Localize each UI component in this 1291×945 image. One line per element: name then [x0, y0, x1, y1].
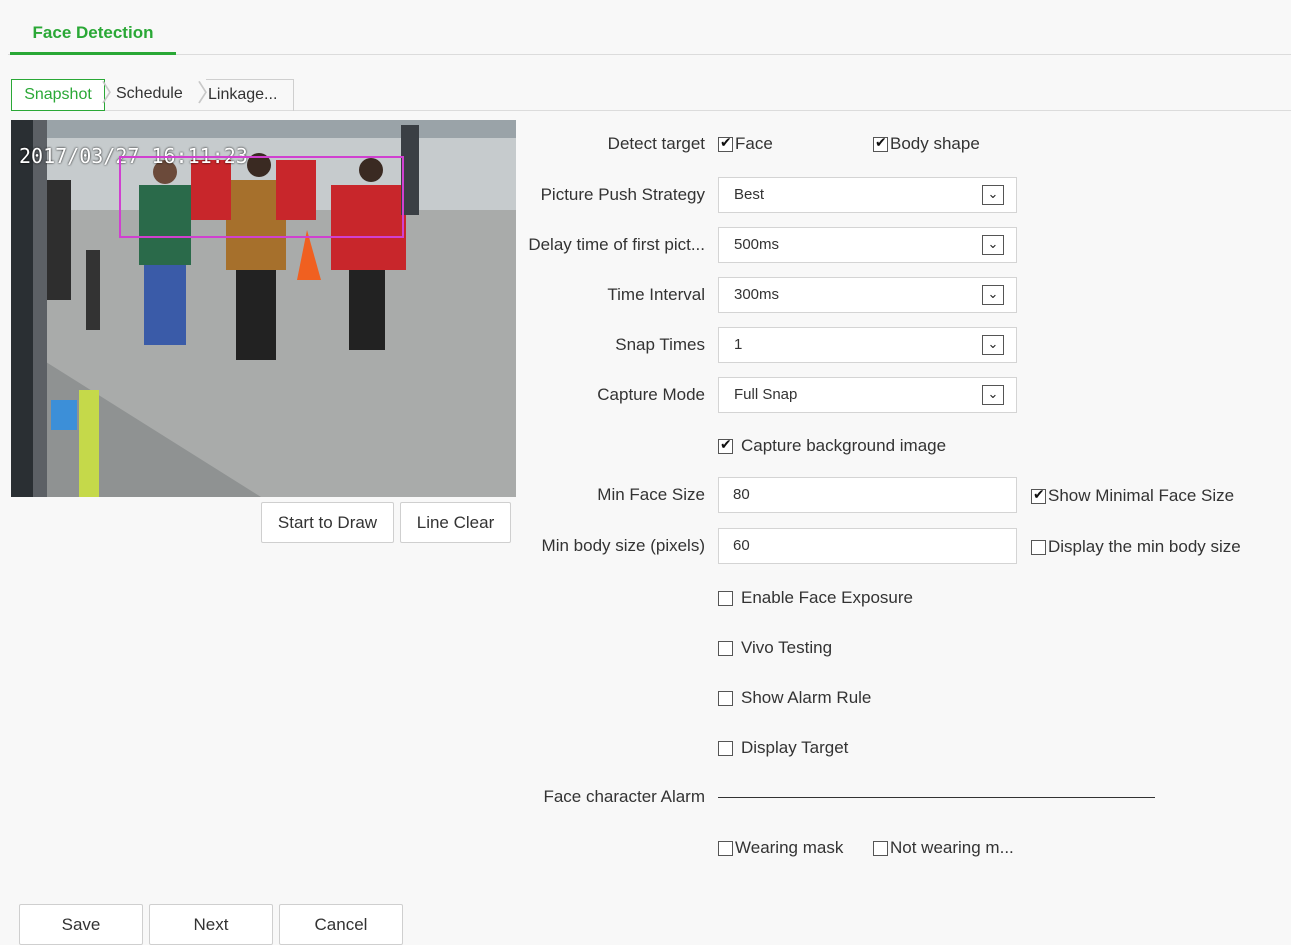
vivo-testing-label: Vivo Testing	[741, 638, 833, 657]
display-min-body-size-checkbox[interactable]: Display the min body size	[1031, 537, 1241, 557]
display-min-body-size-label: Display the min body size	[1048, 537, 1241, 556]
tab-linkage[interactable]: Linkage...	[206, 79, 294, 111]
chevron-down-icon[interactable]: ⌄	[982, 385, 1004, 405]
push-strategy-value: Best	[734, 186, 765, 203]
section-divider	[718, 797, 1155, 798]
display-target-checkbox[interactable]: Display Target	[718, 738, 848, 758]
body-shape-checkbox[interactable]: Body shape	[873, 134, 980, 154]
show-alarm-rule-checkbox[interactable]: Show Alarm Rule	[718, 688, 871, 708]
time-interval-select[interactable]: 300ms ⌄	[718, 277, 1017, 313]
capture-mode-select[interactable]: Full Snap ⌄	[718, 377, 1017, 413]
sub-tab-bar: Snapshot 〉 Schedule 〉 Linkage...	[11, 79, 1291, 111]
tab-schedule[interactable]: Schedule	[116, 79, 183, 111]
checkbox-checked-icon	[718, 436, 733, 454]
show-alarm-rule-label: Show Alarm Rule	[741, 688, 872, 707]
face-checkbox[interactable]: Face	[718, 134, 773, 154]
delay-label: Delay time of first pict...	[528, 235, 705, 254]
time-interval-value: 300ms	[734, 286, 780, 303]
push-strategy-select[interactable]: Best ⌄	[718, 177, 1017, 213]
push-strategy-label: Picture Push Strategy	[540, 185, 705, 204]
min-face-size-label: Min Face Size	[597, 485, 705, 504]
delay-select[interactable]: 500ms ⌄	[718, 227, 1017, 263]
wearing-mask-checkbox[interactable]: Wearing mask	[718, 838, 843, 858]
checkbox-unchecked-icon	[718, 590, 733, 606]
show-minimal-face-size-label: Show Minimal Face Size	[1048, 486, 1235, 505]
enable-face-exposure-checkbox[interactable]: Enable Face Exposure	[718, 588, 913, 608]
body-shape-checkbox-label: Body shape	[890, 134, 980, 153]
detection-area-box[interactable]	[119, 156, 404, 238]
top-tab-bar: Face Detection	[8, 12, 1291, 55]
checkbox-checked-icon	[1031, 486, 1046, 504]
min-body-size-label: Min body size (pixels)	[541, 536, 705, 555]
min-body-size-input[interactable]: 60	[718, 528, 1017, 564]
wearing-mask-label: Wearing mask	[735, 838, 844, 857]
time-interval-label: Time Interval	[607, 285, 705, 304]
chevron-down-icon[interactable]: ⌄	[982, 335, 1004, 355]
snap-times-value: 1	[734, 336, 743, 353]
checkbox-checked-icon	[873, 134, 888, 152]
snap-times-select[interactable]: 1 ⌄	[718, 327, 1017, 363]
face-checkbox-label: Face	[735, 134, 773, 153]
chevron-down-icon[interactable]: ⌄	[982, 185, 1004, 205]
face-character-alarm-label: Face character Alarm	[543, 787, 705, 806]
checkbox-unchecked-icon	[718, 640, 733, 656]
snap-times-label: Snap Times	[615, 335, 705, 354]
checkbox-unchecked-icon	[718, 740, 733, 756]
capture-mode-label: Capture Mode	[597, 385, 705, 404]
line-clear-button[interactable]: Line Clear	[400, 502, 511, 543]
capture-background-label: Capture background image	[741, 436, 947, 455]
video-preview[interactable]: 2017/03/27 16:11:23	[11, 120, 516, 497]
chevron-down-icon[interactable]: ⌄	[982, 235, 1004, 255]
enable-face-exposure-label: Enable Face Exposure	[741, 588, 913, 607]
vivo-testing-checkbox[interactable]: Vivo Testing	[718, 638, 832, 658]
save-button[interactable]: Save	[19, 904, 143, 945]
min-face-size-input[interactable]: 80	[718, 477, 1017, 513]
chevron-down-icon[interactable]: ⌄	[982, 285, 1004, 305]
checkbox-unchecked-icon	[718, 690, 733, 706]
detect-target-label: Detect target	[607, 134, 705, 153]
checkbox-checked-icon	[718, 134, 733, 152]
cancel-button[interactable]: Cancel	[279, 904, 403, 945]
checkbox-unchecked-icon	[718, 840, 733, 856]
not-wearing-mask-checkbox[interactable]: Not wearing m...	[873, 838, 1014, 858]
start-to-draw-button[interactable]: Start to Draw	[261, 502, 394, 543]
checkbox-unchecked-icon	[873, 840, 888, 856]
not-wearing-mask-label: Not wearing m...	[890, 838, 1014, 857]
tab-face-detection[interactable]: Face Detection	[10, 12, 176, 55]
display-target-label: Display Target	[741, 738, 849, 757]
delay-value: 500ms	[734, 236, 780, 253]
checkbox-unchecked-icon	[1031, 539, 1046, 555]
next-button[interactable]: Next	[149, 904, 273, 945]
show-minimal-face-size-checkbox[interactable]: Show Minimal Face Size	[1031, 486, 1234, 506]
tab-linkage-label: Linkage...	[208, 86, 278, 103]
tab-snapshot[interactable]: Snapshot	[11, 79, 105, 111]
capture-mode-value: Full Snap	[734, 386, 798, 403]
capture-background-checkbox[interactable]: Capture background image	[718, 436, 946, 456]
